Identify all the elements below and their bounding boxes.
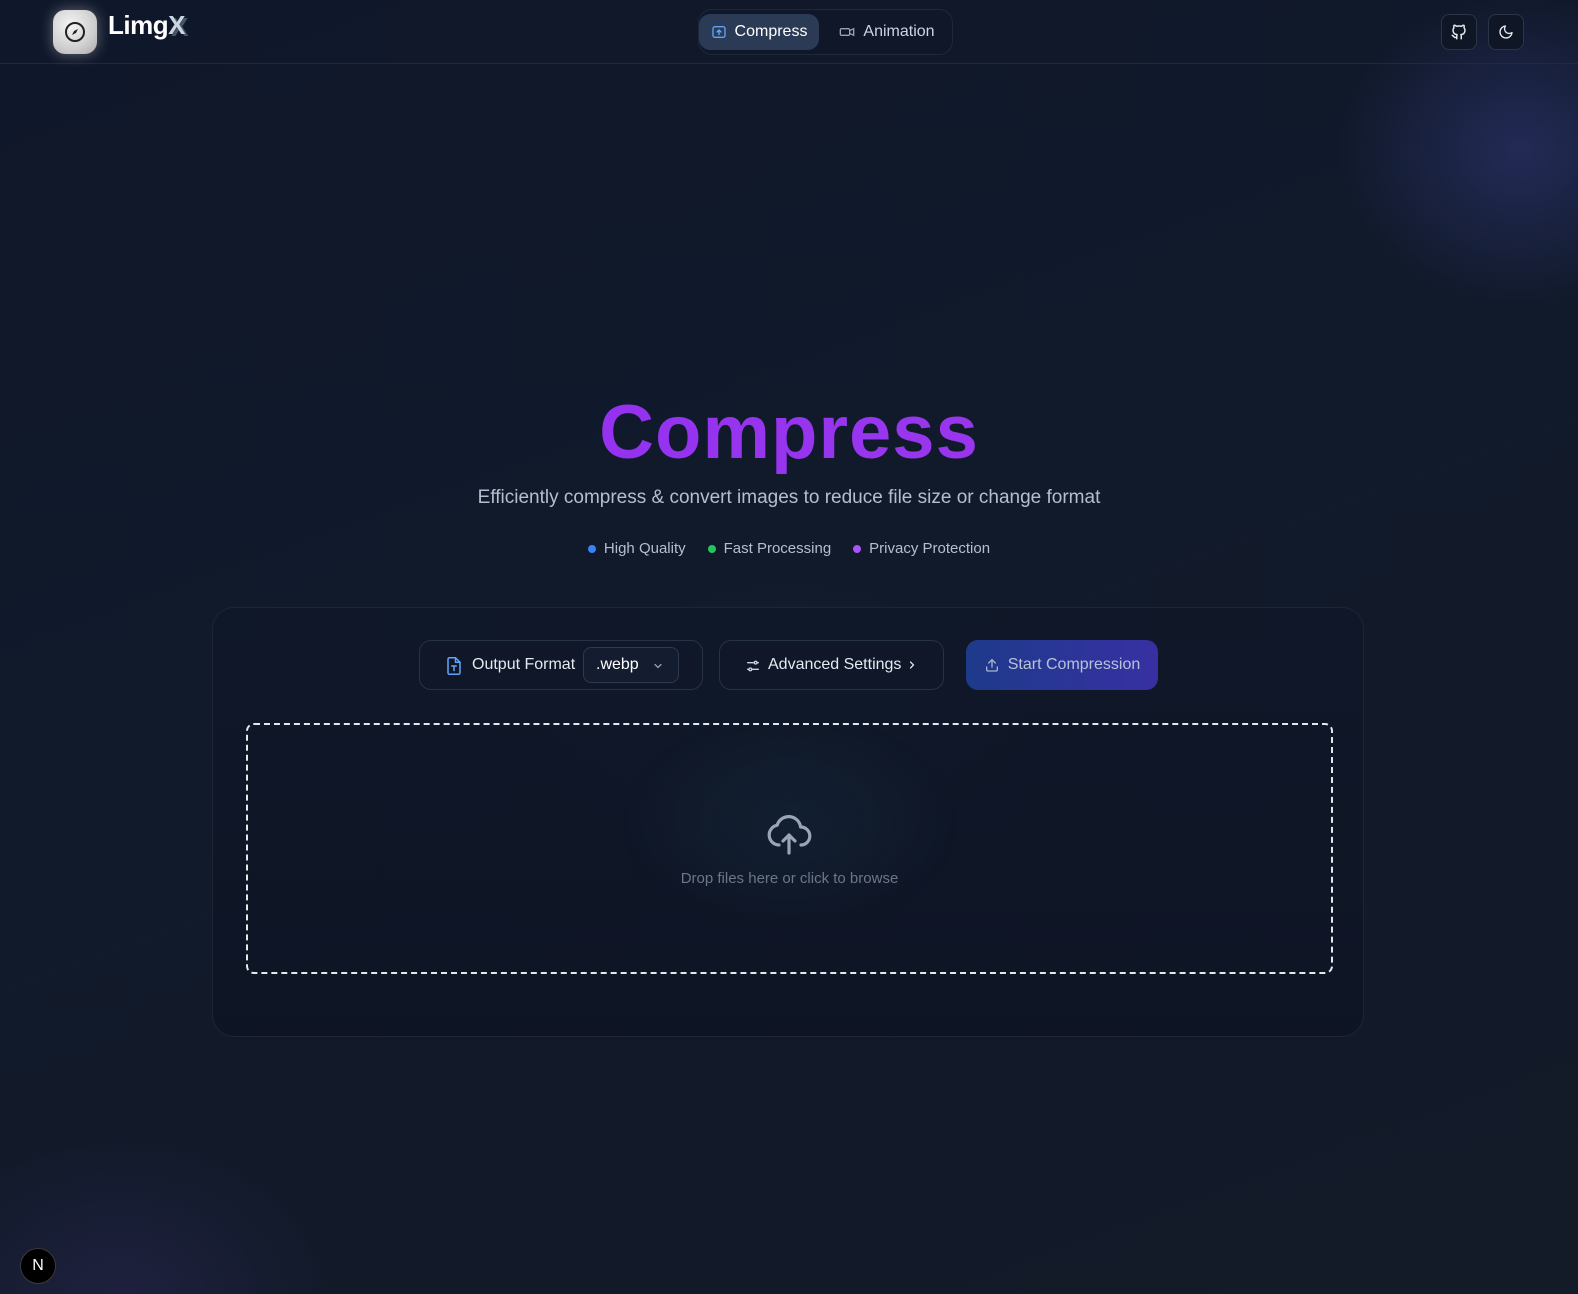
feature-dot-icon	[707, 544, 716, 553]
tab-animation-label: Animation	[863, 23, 935, 40]
cloud-upload-icon	[767, 815, 812, 855]
tab-animation[interactable]: Animation	[827, 14, 947, 50]
chevron-right-icon	[909, 661, 915, 669]
feature-label: Privacy Protection	[869, 540, 991, 557]
brand-accent-text: X	[168, 10, 185, 40]
feature-fast-processing: Fast Processing	[707, 540, 832, 557]
moon-icon	[1499, 25, 1513, 39]
output-format-value: .webp	[596, 656, 639, 673]
file-type-icon	[447, 657, 461, 675]
dropzone-text: Drop files here or click to browse	[680, 870, 899, 887]
feature-label: Fast Processing	[723, 540, 832, 557]
video-icon	[840, 27, 855, 37]
compass-icon	[65, 22, 85, 42]
output-format-control: Output Format .webp	[419, 640, 703, 690]
output-format-label: Output Format	[472, 656, 576, 673]
feature-dot-icon	[587, 544, 596, 553]
feature-privacy-protection: Privacy Protection	[853, 540, 990, 557]
github-button[interactable]	[1441, 14, 1477, 50]
sliders-icon	[747, 660, 759, 672]
tab-compress[interactable]: Compress	[699, 14, 819, 50]
chevron-down-icon	[654, 663, 662, 669]
app-logo[interactable]	[53, 10, 97, 54]
start-compression-button[interactable]: Start Compression	[966, 640, 1158, 690]
main-nav: Compress Animation	[698, 9, 953, 55]
theme-toggle-button[interactable]	[1488, 14, 1524, 50]
upload-icon	[985, 659, 998, 672]
advanced-settings-label: Advanced Settings	[768, 656, 902, 673]
brand-name[interactable]: LimgX	[108, 10, 185, 41]
file-dropzone[interactable]: Drop files here or click to browse	[246, 723, 1333, 974]
start-compression-label: Start Compression	[1007, 656, 1141, 673]
page-subtitle: Efficiently compress & convert images to…	[477, 487, 1101, 508]
tab-compress-label: Compress	[734, 23, 808, 40]
output-format-select[interactable]: .webp	[583, 647, 679, 683]
github-icon	[1451, 24, 1466, 40]
advanced-settings-button[interactable]: Advanced Settings	[719, 640, 944, 690]
feature-list: High Quality Fast Processing Privacy Pro…	[0, 540, 1578, 557]
top-header: LimgX Compress Animation	[0, 0, 1578, 64]
feature-high-quality: High Quality	[587, 540, 686, 557]
nextjs-dev-badge[interactable]: N	[20, 1248, 56, 1284]
image-upload-icon	[711, 26, 726, 38]
feature-label: High Quality	[603, 540, 686, 557]
page-title: Compress	[0, 388, 1578, 478]
feature-dot-icon	[853, 544, 862, 553]
brand-main-text: Limg	[108, 10, 169, 40]
compress-card: Output Format .webp Advanced Settings St…	[212, 607, 1364, 1037]
